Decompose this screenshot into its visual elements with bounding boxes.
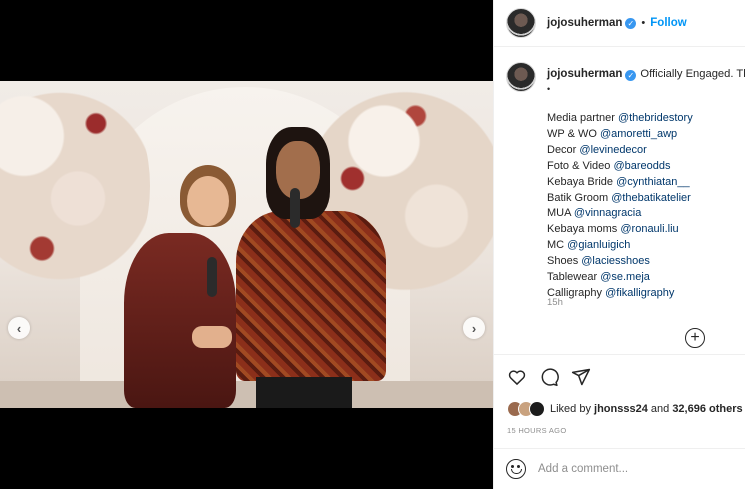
credit-line: Calligraphy @fikalligraphy — [547, 286, 693, 302]
woman-arm — [192, 326, 232, 348]
likes-summary: Liked by jhonsss24 and 32,696 others — [507, 401, 743, 417]
credit-label: Media partner — [547, 112, 618, 124]
credit-handle-link[interactable]: @cynthiatan__ — [616, 176, 690, 188]
credit-line: Kebaya Bride @cynthiatan__ — [547, 175, 693, 191]
credit-label: Shoes — [547, 255, 582, 268]
avatar[interactable] — [506, 62, 536, 92]
verified-badge-icon: ✓ — [625, 70, 637, 81]
actions-section: Liked by jhonsss24 and 32,696 others 15 … — [494, 354, 745, 435]
caption-age: 15h — [547, 297, 563, 308]
credit-label: Foto & Video — [547, 159, 614, 172]
post-photo[interactable]: ‹ › — [0, 81, 493, 408]
emoji-icon[interactable] — [506, 459, 526, 479]
credit-label: MC — [547, 239, 568, 252]
comment-bar — [494, 448, 745, 489]
credit-handle-link[interactable]: @se.meja — [600, 271, 650, 283]
man-pants — [256, 377, 352, 408]
avatar[interactable] — [506, 8, 536, 38]
woman-figure — [124, 233, 236, 408]
post-timestamp[interactable]: 15 HOURS AGO — [507, 426, 566, 435]
credit-handle-link[interactable]: @thebatikatelier — [611, 192, 691, 204]
credit-label: Kebaya Bride — [547, 175, 617, 188]
credit-label: MUA — [547, 207, 574, 220]
credit-line: MC @gianluigich — [547, 238, 693, 254]
credit-line: Tablewear @se.meja — [547, 270, 693, 286]
separator-dot: • — [641, 17, 646, 29]
credit-handle-link[interactable]: @fikalligraphy — [605, 287, 674, 299]
woman-face — [187, 176, 229, 226]
avatar — [529, 401, 545, 417]
man-figure — [236, 211, 386, 381]
credit-handle-link[interactable]: @laciesshoes — [581, 255, 650, 267]
credit-label: Batik Groom — [547, 191, 612, 204]
caption-bullet: • — [547, 84, 551, 94]
chevron-left-icon[interactable]: ‹ — [8, 317, 30, 339]
post-header: jojosuherman ✓ • Follow — [494, 0, 745, 47]
caption: jojosuherman ✓ Officially Engaged. Tha • — [506, 62, 745, 94]
credit-line: WP & WO @amoretti_awp — [547, 127, 693, 143]
liked-by-text: Liked by jhonsss24 and 32,696 others — [550, 403, 743, 415]
credit-line: Shoes @laciesshoes — [547, 254, 693, 270]
credit-handle-link[interactable]: @gianluigich — [567, 239, 630, 251]
verified-badge-icon: ✓ — [625, 17, 637, 29]
stage-floor — [0, 381, 493, 408]
credit-label: WP & WO — [547, 127, 600, 140]
post-side-panel: jojosuherman ✓ • Follow jojosuherman ✓ Off… — [493, 0, 745, 489]
credit-handle-link[interactable]: @amoretti_awp — [600, 128, 677, 140]
chevron-right-icon[interactable]: › — [463, 317, 485, 339]
heart-icon[interactable] — [507, 367, 527, 387]
microphone — [207, 257, 217, 297]
microphone — [290, 188, 300, 228]
credit-handle-link[interactable]: @thebridestory — [618, 112, 693, 124]
credit-line: MUA @vinnagracia — [547, 206, 693, 222]
credit-label: Tablewear — [547, 271, 601, 284]
follow-button[interactable]: Follow — [650, 17, 686, 29]
comment-input[interactable] — [538, 463, 728, 475]
credit-line: Media partner @thebridestory — [547, 111, 693, 127]
credits-list: Media partner @thebridestory WP & WO @amo… — [547, 111, 693, 302]
action-buttons — [507, 367, 591, 387]
plus-circle-icon[interactable]: + — [685, 328, 705, 348]
credit-handle-link[interactable]: @vinnagracia — [574, 207, 641, 219]
likes-count-link[interactable]: 32,696 others — [672, 403, 742, 415]
comment-icon[interactable] — [539, 367, 559, 387]
send-icon[interactable] — [571, 367, 591, 387]
credit-handle-link[interactable]: @levinedecor — [579, 144, 646, 156]
liked-by-prefix: Liked by — [550, 403, 595, 415]
credit-handle-link[interactable]: @ronauli.liu — [620, 223, 678, 235]
liked-by-middle: and — [647, 403, 673, 415]
username-link[interactable]: jojosuherman — [547, 17, 622, 29]
credit-handle-link[interactable]: @bareodds — [613, 160, 670, 172]
credit-label: Kebaya moms — [547, 223, 621, 236]
liked-by-user-link[interactable]: jhonsss24 — [594, 403, 648, 415]
caption-username-link[interactable]: jojosuherman — [547, 68, 622, 80]
credit-label: Decor — [547, 143, 580, 156]
credit-line: Kebaya moms @ronauli.liu — [547, 222, 693, 238]
credit-line: Batik Groom @thebatikatelier — [547, 191, 693, 207]
media-pane: ‹ › — [0, 0, 493, 489]
credit-line: Foto & Video @bareodds — [547, 159, 693, 175]
caption-text: Officially Engaged. Tha — [640, 68, 745, 80]
credit-line: Decor @levinedecor — [547, 143, 693, 159]
